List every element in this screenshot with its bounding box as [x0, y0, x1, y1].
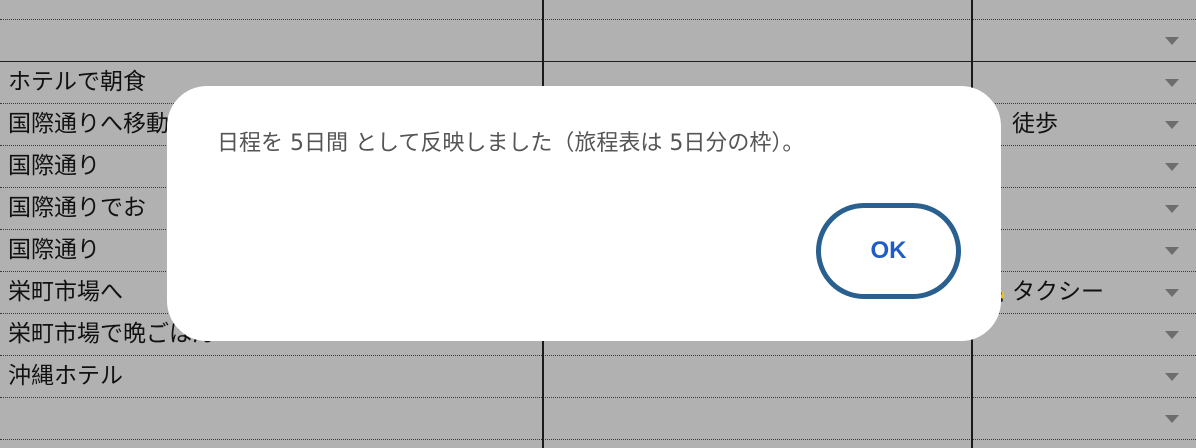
chevron-down-icon[interactable]: [1165, 37, 1179, 45]
confirmation-dialog: 日程を 5日間 として反映しました（旅程表は 5日分の枠）。 OK: [167, 86, 1001, 341]
chevron-down-icon[interactable]: [1165, 331, 1179, 339]
table-row: 沖縄ホテル: [0, 356, 1196, 398]
cell-transport[interactable]: [1012, 146, 1152, 187]
cell-transport[interactable]: [1012, 62, 1152, 103]
chevron-down-icon[interactable]: [1165, 373, 1179, 381]
chevron-down-icon[interactable]: [1165, 247, 1179, 255]
cell-transport[interactable]: タクシー: [1012, 272, 1152, 313]
cell-activity[interactable]: 沖縄ホテル: [8, 356, 538, 397]
cell-transport[interactable]: [1012, 230, 1152, 271]
cell-activity[interactable]: [8, 398, 538, 439]
chevron-down-icon[interactable]: [1165, 205, 1179, 213]
cell-details[interactable]: [544, 0, 968, 19]
chevron-down-icon[interactable]: [1165, 121, 1179, 129]
cell-details[interactable]: [544, 398, 968, 439]
cell-transport[interactable]: [1012, 188, 1152, 229]
cell-details[interactable]: [544, 20, 968, 61]
cell-transport[interactable]: 徒歩: [1012, 104, 1152, 145]
cell-activity[interactable]: [8, 0, 538, 19]
cell-transport[interactable]: [1012, 20, 1152, 61]
cell-transport[interactable]: [1012, 0, 1152, 19]
ok-button[interactable]: OK: [816, 203, 961, 299]
cell-details[interactable]: [544, 356, 968, 397]
chevron-down-icon[interactable]: [1165, 163, 1179, 171]
cell-transport[interactable]: [1012, 356, 1152, 397]
chevron-down-icon[interactable]: [1165, 79, 1179, 87]
table-row: [0, 398, 1196, 440]
dialog-message: 日程を 5日間 として反映しました（旅程表は 5日分の枠）。: [217, 131, 805, 156]
table-row: [0, 20, 1196, 62]
chevron-down-icon[interactable]: [1165, 415, 1179, 423]
chevron-down-icon[interactable]: [1165, 289, 1179, 297]
cell-activity[interactable]: [8, 20, 538, 61]
cell-transport[interactable]: [1012, 314, 1152, 355]
table-row: [0, 0, 1196, 20]
cell-transport[interactable]: [1012, 398, 1152, 439]
